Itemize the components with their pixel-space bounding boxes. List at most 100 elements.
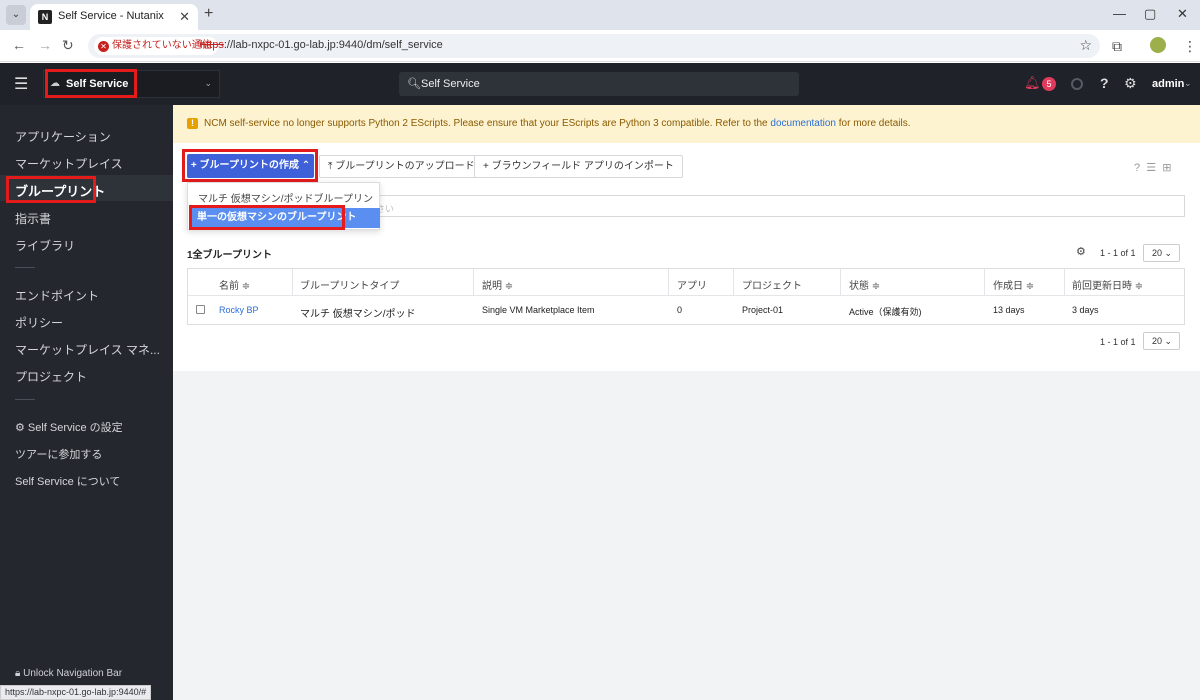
column-divider xyxy=(292,269,293,296)
sidebar-divider xyxy=(15,399,35,400)
column-divider xyxy=(668,269,669,296)
sidebar-item-marketplace-manager[interactable]: マーケットプレイス マネ... xyxy=(15,341,160,358)
cell-created: 13 days xyxy=(993,305,1025,315)
sidebar-item-runbooks[interactable]: 指示書 xyxy=(15,210,51,227)
sidebar-item-policies[interactable]: ポリシー xyxy=(15,314,63,331)
chevron-down-icon: ⌄ xyxy=(204,78,212,88)
highlight-box-blueprints xyxy=(6,176,96,203)
global-search[interactable]: 🔍︎ Self Service xyxy=(399,72,799,96)
page-size-select[interactable]: 20 ⌄ xyxy=(1143,244,1180,262)
column-header-type[interactable]: ブループリントタイプ xyxy=(300,277,399,292)
sidebar-item-applications[interactable]: アプリケーション xyxy=(15,128,111,145)
unlock-label: Unlock Navigation Bar xyxy=(23,668,123,679)
page-size-value: 20 xyxy=(1152,248,1163,258)
list-view-icon[interactable]: ☰ xyxy=(1146,162,1156,174)
column-divider xyxy=(733,269,734,296)
url-rest: ://lab-nxpc-01.go-lab.jp:9440/dm/self_se… xyxy=(223,39,443,51)
browser-address-bar: ← → ↻ ✕ 保護されていない通信 https://lab-nxpc-01.go… xyxy=(0,30,1200,62)
table-header-row: 名前 ≑ ブループリントタイプ 説明 ≑ アプリ プロジェクト 状態 ≑ 作成日… xyxy=(188,269,1184,296)
upload-blueprint-button[interactable]: ⤒ ブループリントのアップロード xyxy=(319,155,484,178)
highlight-box-app-switcher xyxy=(45,69,137,98)
tab-close-icon[interactable]: ✕ xyxy=(179,9,190,25)
warning-text: NCM self-service no longer supports Pyth… xyxy=(204,118,910,129)
column-header-created[interactable]: 作成日 ≑ xyxy=(993,277,1034,292)
settings-gear-icon[interactable]: ⚙ xyxy=(1124,75,1137,92)
column-header-state[interactable]: 状態 ≑ xyxy=(849,277,880,292)
sidebar-item-about[interactable]: Self Service について xyxy=(15,473,120,489)
blueprint-name-link[interactable]: Rocky BP xyxy=(219,305,259,315)
cell-apps: 0 xyxy=(677,305,683,315)
sidebar-item-endpoints[interactable]: エンドポイント xyxy=(15,287,99,304)
browser-tab[interactable]: N Self Service - Nutanix ✕ xyxy=(30,4,198,30)
sidebar-item-marketplace[interactable]: マーケットプレイス xyxy=(15,155,123,172)
help-icon[interactable]: ? xyxy=(1100,75,1109,91)
sidebar-item-settings-label: Self Service の設定 xyxy=(27,422,123,434)
column-header-name[interactable]: 名前 ≑ xyxy=(219,277,250,292)
cell-updated: 3 days xyxy=(1072,305,1099,315)
unlock-navigation-bar[interactable]: 🔒︎ Unlock Navigation Bar xyxy=(15,668,122,679)
lock-icon: 🔒︎ xyxy=(15,668,24,679)
forward-icon[interactable]: → xyxy=(38,37,52,53)
blueprint-count: 1全ブループリント xyxy=(187,250,272,261)
column-header-description[interactable]: 説明 ≑ xyxy=(482,277,513,292)
row-checkbox[interactable] xyxy=(196,305,205,314)
sidebar-item-projects[interactable]: プロジェクト xyxy=(15,368,87,385)
chrome-menu-icon[interactable]: ⋮ xyxy=(1183,38,1197,55)
table-settings-gear-icon[interactable]: ⚙ xyxy=(1076,245,1086,258)
sidebar-item-tour[interactable]: ツアーに参加する xyxy=(15,446,102,462)
sidebar-item-library[interactable]: ライブラリ xyxy=(15,237,75,254)
plus-icon: + xyxy=(483,161,492,172)
help-icon[interactable]: ? xyxy=(1134,162,1140,174)
browser-status-url: https://lab-nxpc-01.go-lab.jp:9440/# xyxy=(0,685,152,700)
cell-type: マルチ 仮想マシン/ポッド xyxy=(300,309,416,320)
profile-avatar[interactable] xyxy=(1150,37,1166,53)
column-divider xyxy=(473,269,474,296)
security-label: 保護されていない通信 xyxy=(112,40,212,51)
back-icon[interactable]: ← xyxy=(12,37,26,53)
task-status-icon[interactable] xyxy=(1071,78,1083,90)
column-header-project[interactable]: プロジェクト xyxy=(742,277,802,292)
warning-icon: ! xyxy=(187,118,198,129)
sidebar-divider xyxy=(15,267,35,268)
maximize-icon[interactable]: ▢ xyxy=(1144,6,1156,22)
chevron-down-icon: ⌄ xyxy=(1164,336,1173,346)
alert-count-badge[interactable]: 5 xyxy=(1042,77,1056,91)
pager-range: 1 - 1 of 1 xyxy=(1100,248,1136,258)
window-close-icon[interactable]: ✕ xyxy=(1177,6,1188,22)
grid-view-icon[interactable]: ⊞ xyxy=(1162,162,1171,174)
highlight-box-create-button xyxy=(182,149,318,182)
cell-project: Project-01 xyxy=(742,305,784,315)
reload-icon[interactable]: ↻ xyxy=(62,37,74,54)
bell-icon[interactable]: 🔔︎ xyxy=(1024,75,1041,91)
tab-search-chevron-icon[interactable]: ⌄ xyxy=(6,5,26,25)
hamburger-menu-icon[interactable]: ☰ xyxy=(14,74,28,94)
bookmark-star-icon[interactable]: ☆ xyxy=(1079,37,1092,54)
page-size-value: 20 xyxy=(1152,336,1163,346)
cell-description: Single VM Marketplace Item xyxy=(482,305,595,315)
extensions-icon[interactable]: ⧉ xyxy=(1112,38,1122,55)
omnibox[interactable]: ✕ 保護されていない通信 https://lab-nxpc-01.go-lab.j… xyxy=(88,34,1100,58)
url-text: https://lab-nxpc-01.go-lab.jp:9440/dm/se… xyxy=(200,39,443,51)
search-icon: 🔍︎ xyxy=(407,78,421,90)
column-divider xyxy=(984,269,985,296)
page-size-select-bottom[interactable]: 20 ⌄ xyxy=(1143,332,1180,350)
warning-message: NCM self-service no longer supports Pyth… xyxy=(204,118,768,129)
blueprints-table: 名前 ≑ ブループリントタイプ 説明 ≑ アプリ プロジェクト 状態 ≑ 作成日… xyxy=(187,268,1185,325)
cell-state: Active（保護有効) xyxy=(849,307,922,317)
documentation-link[interactable]: documentation xyxy=(770,118,836,129)
column-header-updated[interactable]: 前回更新日時 ≑ xyxy=(1072,277,1143,292)
highlight-box-single-vm-item xyxy=(189,205,345,230)
user-chevron-down-icon[interactable]: ⌄ xyxy=(1184,78,1192,89)
url-scheme: https xyxy=(200,39,224,51)
sidebar-item-settings[interactable]: ⚙ Self Service の設定 xyxy=(15,419,123,435)
chevron-down-icon: ⌄ xyxy=(1164,248,1173,258)
new-tab-icon[interactable]: + xyxy=(204,5,213,23)
column-divider xyxy=(840,269,841,296)
nutanix-favicon-icon: N xyxy=(38,10,52,24)
user-menu[interactable]: admin xyxy=(1152,78,1184,90)
column-divider xyxy=(1064,269,1065,296)
view-toggle-icons[interactable]: ? ☰ ⊞ xyxy=(1134,161,1171,174)
minimize-icon[interactable]: — xyxy=(1113,6,1126,21)
column-header-apps[interactable]: アプリ xyxy=(677,277,707,292)
import-brownfield-button[interactable]: + ブラウンフィールド アプリのインポート xyxy=(474,155,683,178)
